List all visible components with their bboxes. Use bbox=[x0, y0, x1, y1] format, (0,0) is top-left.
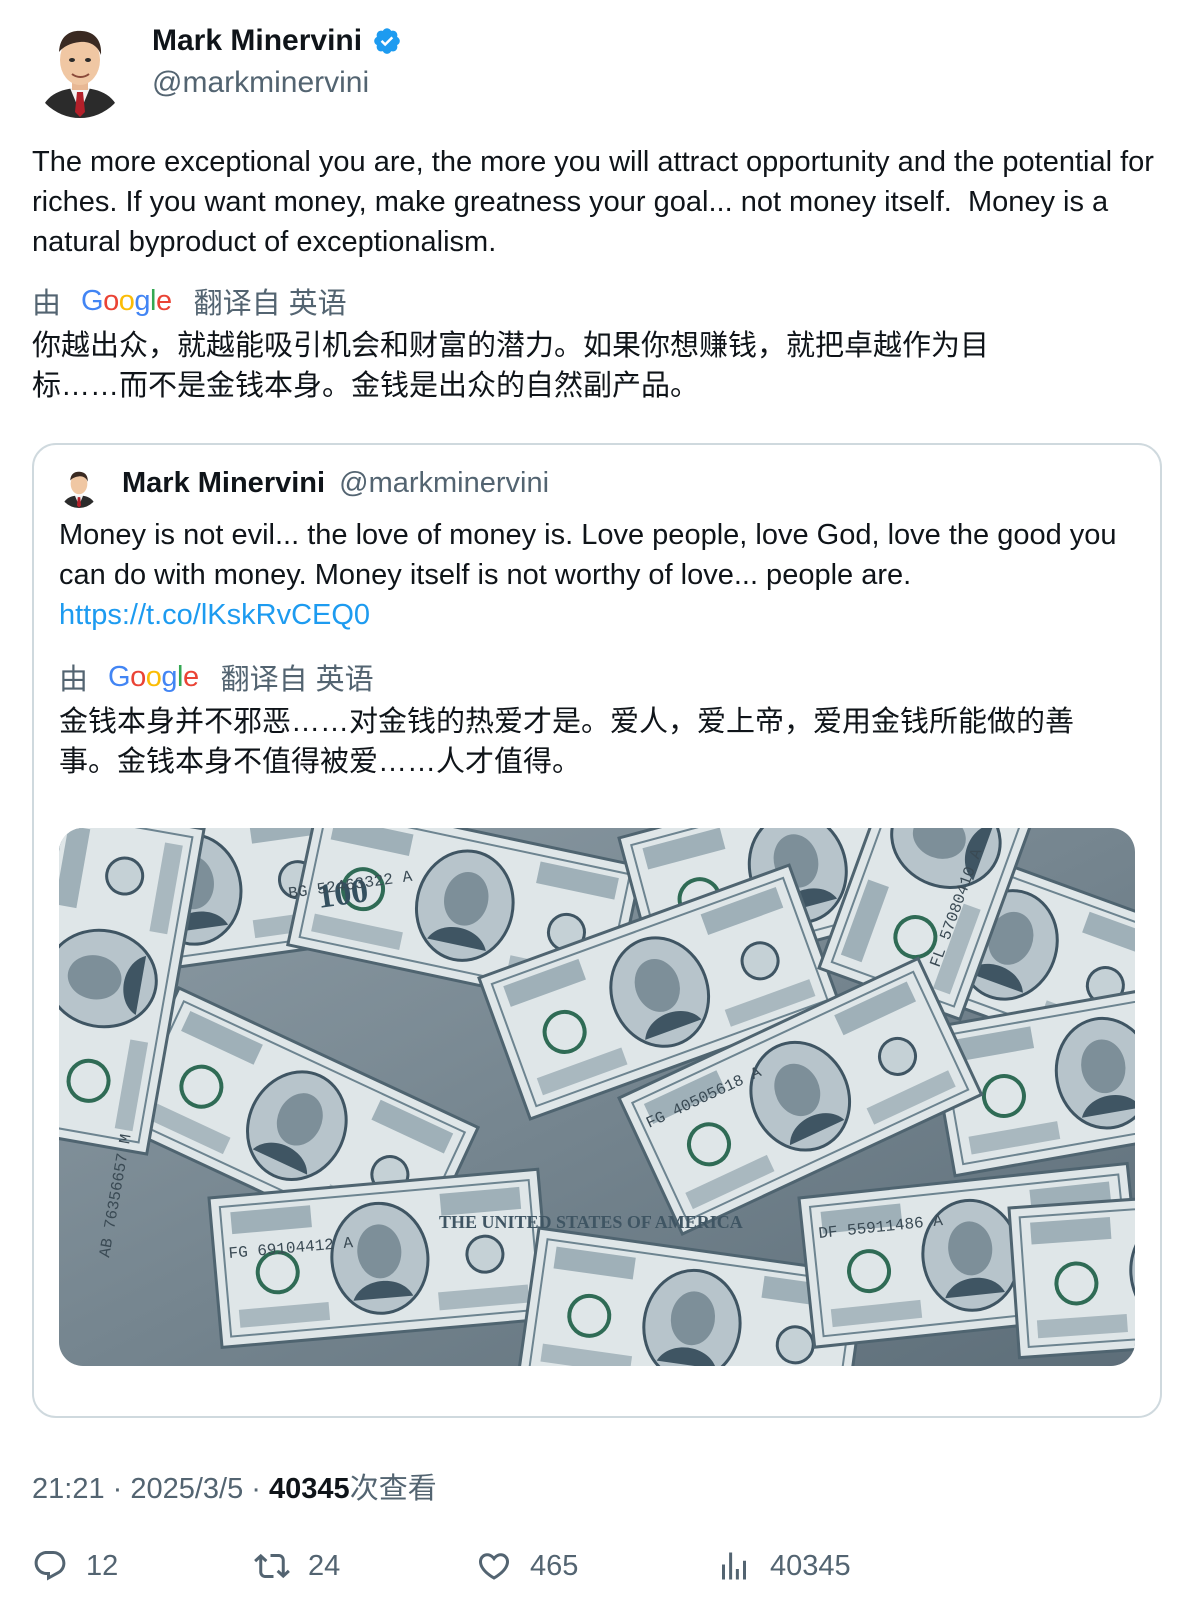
quoted-text-body: Money is not evil... the love of money i… bbox=[59, 519, 1117, 591]
views-label: 次查看 bbox=[349, 1473, 437, 1505]
quoted-translation-attribution: 由 Google 翻译自 英语 bbox=[59, 656, 374, 698]
quoted-author: Mark Minervini @markminervini bbox=[122, 467, 549, 500]
author-handle[interactable]: @markminervini bbox=[152, 66, 369, 100]
quoted-translate-prefix: 由 bbox=[59, 664, 89, 696]
quoted-author-name: Mark Minervini bbox=[122, 467, 326, 499]
translated-text: 你越出众，就越能吸引机会和财富的潜力。如果你想赚钱，就把卓越作为目标……而不是金… bbox=[32, 330, 990, 402]
like-button[interactable]: 465 bbox=[476, 1548, 578, 1584]
bill-header-text: THE UNITED STATES OF AMERICA bbox=[439, 1212, 743, 1232]
retweet-icon bbox=[254, 1553, 290, 1579]
heart-icon bbox=[478, 1553, 510, 1580]
quoted-google-logo-icon: Google bbox=[108, 660, 199, 693]
dollar-bills-image: 100 BG 52463322 A FL 57080410 A FG 40505… bbox=[59, 828, 1135, 1366]
money-photo[interactable]: 100 BG 52463322 A FL 57080410 A FG 40505… bbox=[59, 828, 1135, 1366]
quoted-author-handle: @markminervini bbox=[339, 467, 550, 499]
tweet-time[interactable]: 21:21 bbox=[32, 1473, 105, 1505]
action-bar: 12 24 465 40345 bbox=[0, 1548, 1196, 1592]
reply-button[interactable]: 12 bbox=[32, 1548, 118, 1584]
quoted-tweet-link[interactable]: https://t.co/lKskRvCEQ0 bbox=[59, 599, 370, 631]
views-count: 40345 bbox=[269, 1473, 350, 1505]
retweet-button[interactable]: 24 bbox=[254, 1548, 340, 1584]
tweet-text: The more exceptional you are, the more y… bbox=[32, 146, 1163, 258]
views-button[interactable]: 40345 bbox=[716, 1548, 851, 1584]
author-avatar[interactable] bbox=[32, 22, 128, 118]
views-action-count: 40345 bbox=[770, 1549, 851, 1582]
analytics-icon bbox=[722, 1552, 746, 1580]
quoted-tweet-card[interactable]: Mark Minervini @markminervini Money is n… bbox=[32, 443, 1162, 1418]
retweet-count: 24 bbox=[308, 1549, 341, 1582]
quoted-translate-suffix: 翻译自 英语 bbox=[220, 664, 374, 696]
translation-attribution: 由 Google 翻译自 英语 bbox=[32, 280, 347, 322]
quoted-translated-text: 金钱本身并不邪恶……对金钱的热爱才是。爱人，爱上帝，爱用金钱所能做的善事。金钱本… bbox=[59, 706, 1075, 778]
meta-separator: · bbox=[104, 1473, 131, 1505]
author-name[interactable]: Mark Minervini bbox=[152, 24, 362, 58]
translate-prefix: 由 bbox=[32, 288, 62, 320]
reply-icon bbox=[34, 1551, 66, 1581]
like-count: 465 bbox=[530, 1549, 579, 1582]
verified-badge-icon bbox=[372, 26, 402, 56]
google-logo-icon: Google bbox=[81, 284, 172, 317]
tweet-meta: 21:21 · 2025/3/5 · 40345次查看 bbox=[32, 1465, 437, 1507]
meta-separator: · bbox=[243, 1473, 270, 1505]
bill-14 bbox=[1007, 1182, 1135, 1360]
reply-count: 12 bbox=[86, 1549, 119, 1582]
quoted-author-avatar bbox=[59, 468, 99, 508]
quoted-tweet-text: Money is not evil... the love of money i… bbox=[59, 515, 1129, 635]
tweet-date[interactable]: 2025/3/5 bbox=[130, 1473, 243, 1505]
translate-suffix: 翻译自 英语 bbox=[193, 288, 347, 320]
author-name-row[interactable]: Mark Minervini bbox=[152, 24, 402, 58]
